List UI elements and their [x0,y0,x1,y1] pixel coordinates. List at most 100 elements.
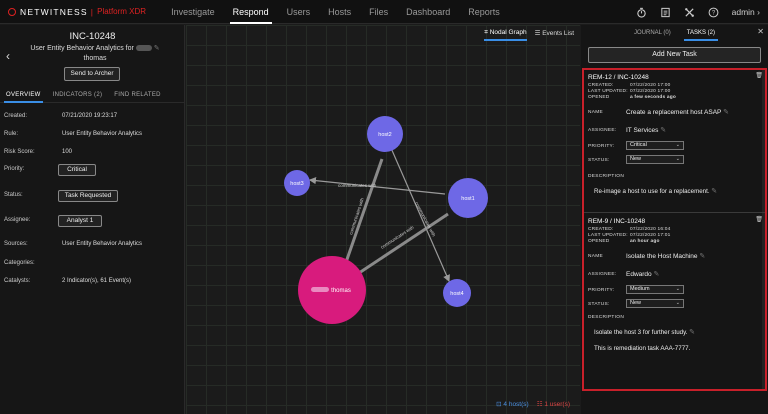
notes-icon[interactable] [660,6,672,18]
catalysts-value[interactable]: 2 Indicator(s), 61 Event(s) [62,278,131,284]
field-label: Priority: [4,166,25,172]
field-assignee: Assignee: [4,217,30,223]
task-name-value[interactable]: Isolate the Host Machine ✎ [626,252,705,260]
field-label: Rule: [4,131,19,137]
back-arrow-icon[interactable]: ‹ [6,49,10,63]
delete-trash-icon[interactable]: 🗑 [755,216,763,223]
status-select[interactable]: New ⌄ [626,299,684,308]
graph-canvas: communicates with communicates with comm… [284,116,488,324]
task-opened: OPENED a few seconds ago [588,95,676,100]
nav-investigate[interactable]: Investigate [162,0,224,24]
field-priority: Priority: [4,166,24,172]
tab-journal[interactable]: JOURNAL (0) [626,25,679,41]
incident-title-user: thomas [83,55,107,62]
delete-trash-icon[interactable]: 🗑 [755,72,763,79]
edit-pencil-icon[interactable]: ✎ [723,109,729,116]
chevron-right-icon: › [757,7,760,17]
task-opened: OPENED an hour ago [588,239,659,244]
nav-reports[interactable]: Reports [459,0,509,24]
node-host3[interactable]: host3 [284,170,310,196]
send-to-archer-button[interactable]: Send to Archer [64,67,120,81]
node-user[interactable]: thomas [298,256,366,324]
description-line: Isolate the host 3 for further study. [594,329,688,336]
help-icon[interactable]: ? [708,6,720,18]
nav-users[interactable]: Users [278,0,320,24]
incident-id: INC-10248 [69,31,116,42]
edit-pencil-icon[interactable]: ✎ [653,271,659,278]
redacted-name [135,45,152,52]
tab-tasks[interactable]: TASKS (2) [679,25,723,41]
task-created: CREATED: 07/22/2020 16:04 [588,227,670,232]
edit-pencil-icon[interactable]: ✎ [711,188,717,195]
edge-user-host1[interactable] [355,212,449,277]
task-assignee-value[interactable]: IT Services ✎ [626,126,666,134]
add-new-task-button[interactable]: Add New Task [588,47,761,63]
status-label: STATUS: [588,158,610,163]
chevron-down-icon: ⌄ [675,142,680,148]
nav-respond[interactable]: Respond [224,0,278,24]
meta-label: LAST UPDATED: [588,233,628,238]
field-risk-score: Risk Score: 100 [4,149,72,155]
hosts-count-label: 4 host(s) [503,401,529,408]
incident-title[interactable]: User Entity Behavior Analytics for ✎ tho… [20,44,170,64]
priority-select[interactable]: Medium ⌄ [626,285,684,294]
close-icon[interactable]: ✕ [757,27,764,36]
meta-label: OPENED [588,95,610,100]
edge-host1-host3[interactable] [308,177,446,195]
task-assignee-text: Edwardo [626,271,652,278]
node-label: host3 [290,181,303,187]
username-label: admin [731,7,755,17]
nav-files[interactable]: Files [360,0,397,24]
field-label: Status: [4,192,23,198]
users-count[interactable]: ☷ 1 user(s) [537,400,570,408]
tab-overview[interactable]: OVERVIEW [0,87,47,103]
timer-icon[interactable] [636,6,648,18]
task-assignee-value[interactable]: Edwardo ✎ [626,270,659,278]
node-label: host4 [450,291,463,297]
edit-pencil-icon[interactable]: ✎ [154,45,160,52]
task-id[interactable]: REM-9 / INC-10248 [588,218,645,225]
task-id[interactable]: REM-12 / INC-10248 [588,74,649,81]
node-host4[interactable]: host4 [443,279,471,307]
tools-icon[interactable] [684,6,696,18]
edit-pencil-icon[interactable]: ✎ [689,329,695,336]
incident-tabs: OVERVIEW INDICATORS (2) FIND RELATED [0,87,185,103]
edit-pencil-icon[interactable]: ✎ [699,253,705,260]
nodal-graph-area[interactable]: ⌗ Nodal Graph ☰ Events List communicates… [186,25,580,414]
assignee-button[interactable]: Analyst 1 [58,215,102,227]
field-categories: Categories: [4,260,35,266]
node-host1[interactable]: host1 [448,178,488,218]
app-logo[interactable]: NETWITNESS | Platform XDR [8,7,146,17]
task-description[interactable]: Re-image a host to use for a replacement… [594,187,717,195]
svg-text:?: ? [712,10,716,16]
panel-tabs: JOURNAL (0) TASKS (2) [581,25,768,41]
status-button[interactable]: Task Requested [58,190,118,202]
field-label: Risk Score: [4,149,35,155]
last-updated-value: 07/22/2020 17:01 [630,233,671,238]
redacted-name [311,287,329,292]
node-host2[interactable]: host2 [367,116,403,152]
task-description-line-2[interactable]: This is remediation task AAA-7777. [594,345,690,352]
tab-find-related[interactable]: FIND RELATED [108,87,167,102]
hosts-count[interactable]: ⊡ 4 host(s) [496,400,529,408]
edge-user-host2[interactable] [342,158,384,269]
assignee-label: ASSIGNEE: [588,272,617,277]
priority-select[interactable]: Critical ⌄ [626,141,684,150]
tab-indicators[interactable]: INDICATORS (2) [47,87,109,102]
priority-button[interactable]: Critical [58,164,96,176]
status-selected: New [630,156,642,162]
nav-hosts[interactable]: Hosts [319,0,360,24]
task-last-updated: LAST UPDATED: 07/22/2020 17:01 [588,233,670,238]
status-select[interactable]: New ⌄ [626,155,684,164]
netwitness-logo-icon [8,7,16,16]
status-selected: New [630,300,642,306]
task-description[interactable]: Isolate the host 3 for further study. ✎ [594,328,695,336]
task-name-value[interactable]: Create a replacement host ASAP ✎ [626,108,729,116]
last-updated-value: 07/22/2020 17:00 [630,89,671,94]
user-menu[interactable]: admin › [732,7,760,17]
created-value: 07/21/2020 19:23:17 [62,113,118,119]
nav-dashboard[interactable]: Dashboard [397,0,459,24]
edit-pencil-icon[interactable]: ✎ [660,127,666,134]
task-list: REM-12 / INC-10248 🗑 CREATED: 07/22/2020 … [582,68,767,391]
name-label: NAME [588,254,604,259]
